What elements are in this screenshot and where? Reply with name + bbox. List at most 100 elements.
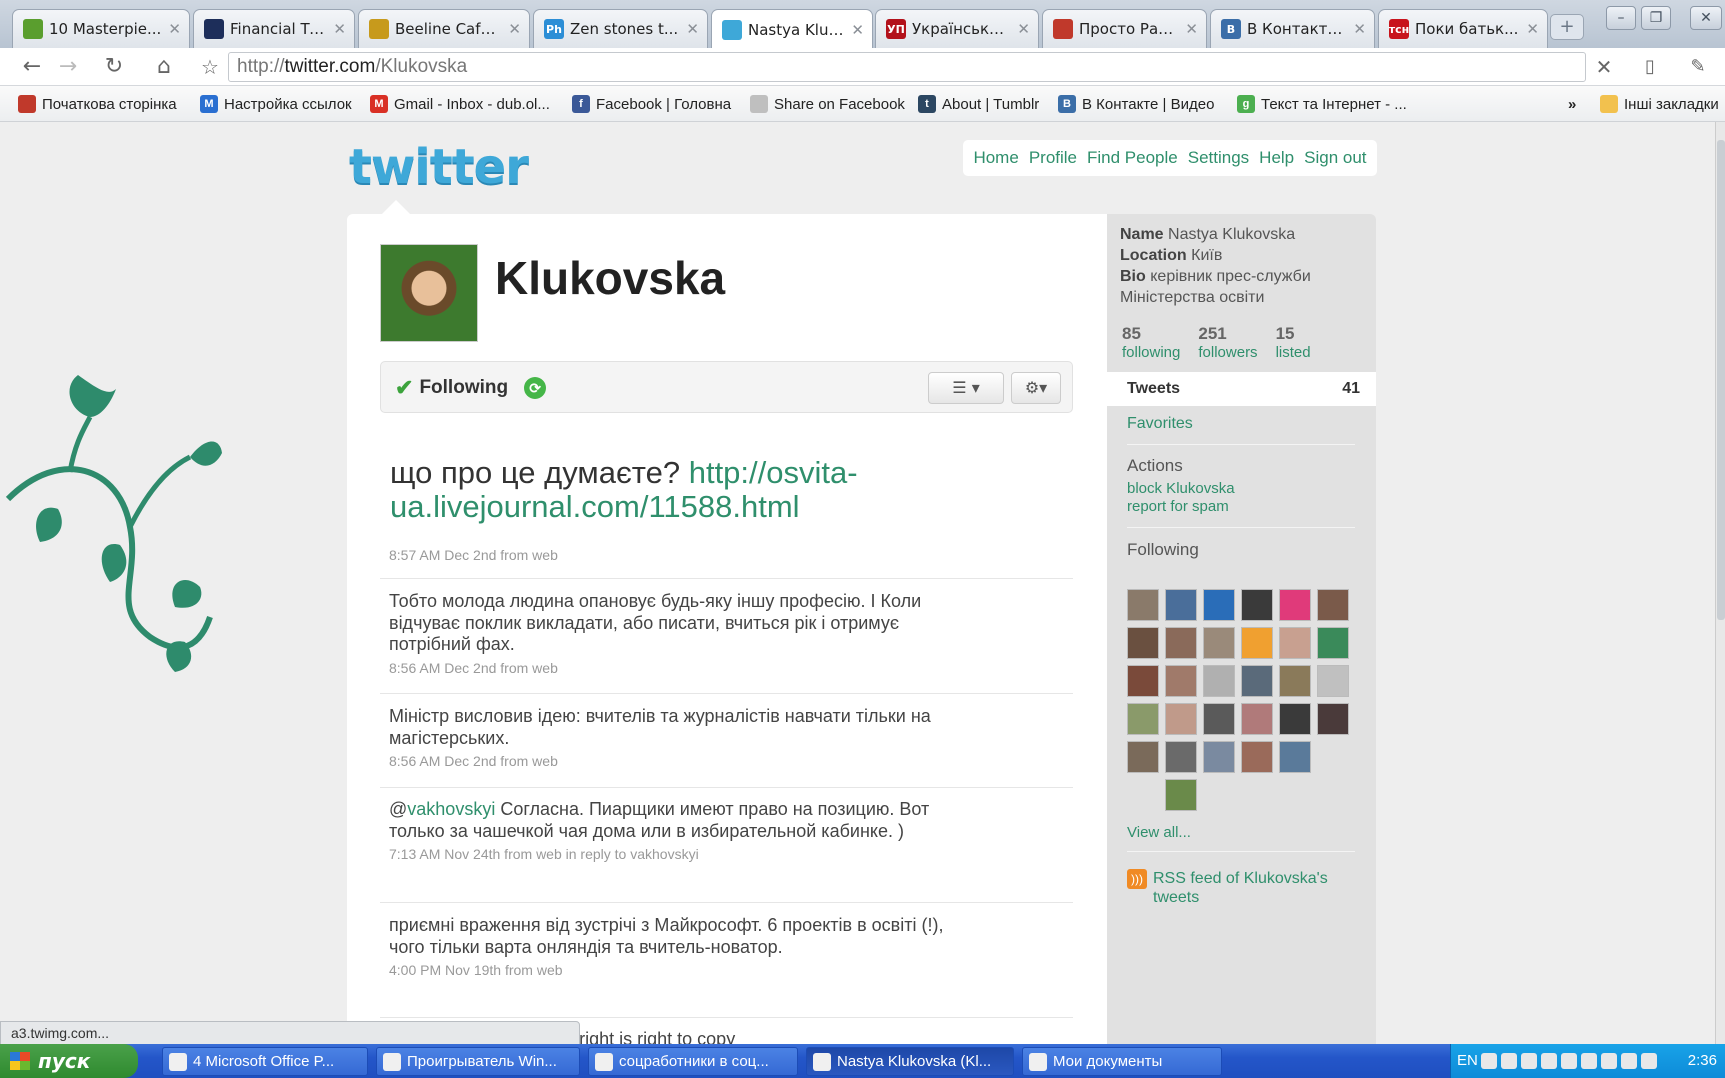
following-avatar[interactable] xyxy=(1241,665,1273,697)
close-tab-icon[interactable]: ✕ xyxy=(1185,20,1198,38)
taskbar-item[interactable]: Проигрыватель Win... xyxy=(376,1047,580,1076)
close-tab-icon[interactable]: ✕ xyxy=(508,20,521,38)
home-icon[interactable]: ⌂ xyxy=(150,53,178,81)
nav-settings[interactable]: Settings xyxy=(1188,148,1249,168)
following-avatar[interactable] xyxy=(1279,627,1311,659)
page-menu-icon[interactable]: ▯ xyxy=(1636,53,1664,81)
following-avatar[interactable] xyxy=(1203,741,1235,773)
following-avatar[interactable] xyxy=(1241,703,1273,735)
following-avatar[interactable] xyxy=(1279,741,1311,773)
following-avatar[interactable] xyxy=(1165,779,1197,811)
bookmark-item[interactable]: M Настройка ссылок xyxy=(200,93,352,115)
nav-sign-out[interactable]: Sign out xyxy=(1304,148,1366,168)
back-icon[interactable]: ← xyxy=(18,53,46,81)
following-avatar[interactable] xyxy=(1317,627,1349,659)
block-link[interactable]: block Klukovska xyxy=(1127,480,1235,497)
tweet-meta[interactable]: 8:56 AM Dec 2nd from web xyxy=(389,751,969,773)
start-button[interactable]: пуск xyxy=(0,1044,138,1078)
following-avatar[interactable] xyxy=(1203,589,1235,621)
stat-listed[interactable]: 15 listed xyxy=(1276,324,1311,361)
tab-1[interactable]: 10 Masterpie... ✕ xyxy=(12,9,190,48)
stat-followers[interactable]: 251 followers xyxy=(1198,324,1257,361)
following-avatar[interactable] xyxy=(1165,627,1197,659)
following-avatar[interactable] xyxy=(1127,627,1159,659)
profile-avatar[interactable] xyxy=(380,244,478,342)
bookmark-star-icon[interactable]: ☆ xyxy=(196,53,224,81)
tab-8[interactable]: ВВ Контакте ... ✕ xyxy=(1210,9,1375,48)
tweet-meta[interactable]: 8:56 AM Dec 2nd from web xyxy=(389,658,969,680)
mention-link[interactable]: vakhovskyi xyxy=(407,799,495,819)
following-status[interactable]: ✔ Following ⟳ xyxy=(395,375,547,401)
close-tab-icon[interactable]: ✕ xyxy=(1353,20,1366,38)
close-tab-icon[interactable]: ✕ xyxy=(1526,20,1539,38)
rss-feed-link[interactable]: ))) RSS feed of Klukovska's tweets xyxy=(1127,869,1347,907)
close-tab-icon[interactable]: ✕ xyxy=(1017,20,1030,38)
tray-app-icon[interactable] xyxy=(1481,1053,1497,1069)
following-avatar[interactable] xyxy=(1317,665,1349,697)
following-avatar[interactable] xyxy=(1241,627,1273,659)
following-avatar[interactable] xyxy=(1317,589,1349,621)
stat-following[interactable]: 85 following xyxy=(1122,324,1180,361)
tweets-tab[interactable]: Tweets 41 xyxy=(1107,372,1376,406)
following-avatar[interactable] xyxy=(1279,703,1311,735)
report-spam-link[interactable]: report for spam xyxy=(1127,498,1229,515)
vertical-scrollbar[interactable] xyxy=(1715,122,1725,1044)
following-avatar[interactable] xyxy=(1203,627,1235,659)
tweet-meta[interactable]: 7:13 AM Nov 24th from web in reply to va… xyxy=(389,844,969,866)
following-avatar[interactable] xyxy=(1127,741,1159,773)
view-all-link[interactable]: View all... xyxy=(1127,824,1191,841)
following-avatar[interactable] xyxy=(1317,703,1349,735)
bookmark-item[interactable]: M Gmail - Inbox - dub.ol... xyxy=(370,93,550,115)
following-avatar[interactable] xyxy=(1127,589,1159,621)
forward-icon[interactable]: → xyxy=(54,53,82,81)
following-avatar[interactable] xyxy=(1165,665,1197,697)
network-icon[interactable] xyxy=(1601,1053,1617,1069)
bookmark-item[interactable]: Share on Facebook xyxy=(750,93,905,115)
tray-app-icon[interactable] xyxy=(1641,1053,1657,1069)
bookmark-item[interactable]: BВ Контакте | Видео xyxy=(1058,93,1214,115)
following-avatar[interactable] xyxy=(1165,741,1197,773)
tab-4[interactable]: Ph Zen stones t... ✕ xyxy=(533,9,708,48)
twitter-logo[interactable]: twitter xyxy=(349,139,529,195)
gear-menu-button[interactable]: ⚙▾ xyxy=(1011,372,1061,404)
close-window-button[interactable]: ✕ xyxy=(1690,6,1722,30)
tweet-meta[interactable]: 4:00 PM Nov 19th from web xyxy=(389,960,969,982)
tab-6[interactable]: УП Українська ... ✕ xyxy=(875,9,1039,48)
scrollbar-thumb[interactable] xyxy=(1717,140,1725,620)
other-bookmarks[interactable]: Інші закладки xyxy=(1600,93,1719,115)
refresh-icon[interactable]: ⟳ xyxy=(524,377,547,399)
new-tab-button[interactable]: + xyxy=(1550,14,1584,40)
following-avatar[interactable] xyxy=(1279,589,1311,621)
favorites-link[interactable]: Favorites xyxy=(1127,415,1193,433)
tray-app-icon[interactable] xyxy=(1501,1053,1517,1069)
following-avatar[interactable] xyxy=(1127,665,1159,697)
address-bar[interactable]: http://twitter.com/Klukovska xyxy=(228,52,1586,82)
tray-app-icon[interactable] xyxy=(1541,1053,1557,1069)
bookmark-item[interactable]: g Текст та Інтернет - ... xyxy=(1237,93,1407,115)
tab-5[interactable]: Nastya Kluko...✕ xyxy=(711,9,873,49)
bluetooth-icon[interactable] xyxy=(1561,1053,1577,1069)
following-avatar[interactable] xyxy=(1203,703,1235,735)
close-tab-icon[interactable]: ✕ xyxy=(851,21,864,39)
following-avatar[interactable] xyxy=(1203,665,1235,697)
following-avatar[interactable] xyxy=(1241,741,1273,773)
stop-icon[interactable]: ✕ xyxy=(1590,53,1618,81)
tray-app-icon[interactable] xyxy=(1581,1053,1597,1069)
tab-7[interactable]: Просто Раді.О ✕ xyxy=(1042,9,1207,48)
tweet-meta[interactable]: 8:57 AM Dec 2nd from web xyxy=(389,547,558,563)
following-avatar[interactable] xyxy=(1241,589,1273,621)
tray-app-icon[interactable] xyxy=(1621,1053,1637,1069)
bookmark-item[interactable]: Початкова сторінка xyxy=(18,93,177,115)
tab-9[interactable]: тсн Поки батьк... ✕ xyxy=(1378,9,1548,48)
taskbar-item[interactable]: 4 Microsoft Office P... xyxy=(162,1047,368,1076)
nav-profile[interactable]: Profile xyxy=(1029,148,1077,168)
nav-help[interactable]: Help xyxy=(1259,148,1294,168)
list-menu-button[interactable]: ☰ ▾ xyxy=(928,372,1004,404)
nav-find-people[interactable]: Find People xyxy=(1087,148,1178,168)
tab-3[interactable]: Beeline Café... ✕ xyxy=(358,9,530,48)
taskbar-item[interactable]: Мои документы xyxy=(1022,1047,1222,1076)
following-avatar[interactable] xyxy=(1279,665,1311,697)
following-avatar[interactable] xyxy=(1165,703,1197,735)
maximize-button[interactable]: ❐ xyxy=(1641,6,1671,30)
following-avatar[interactable] xyxy=(1165,589,1197,621)
